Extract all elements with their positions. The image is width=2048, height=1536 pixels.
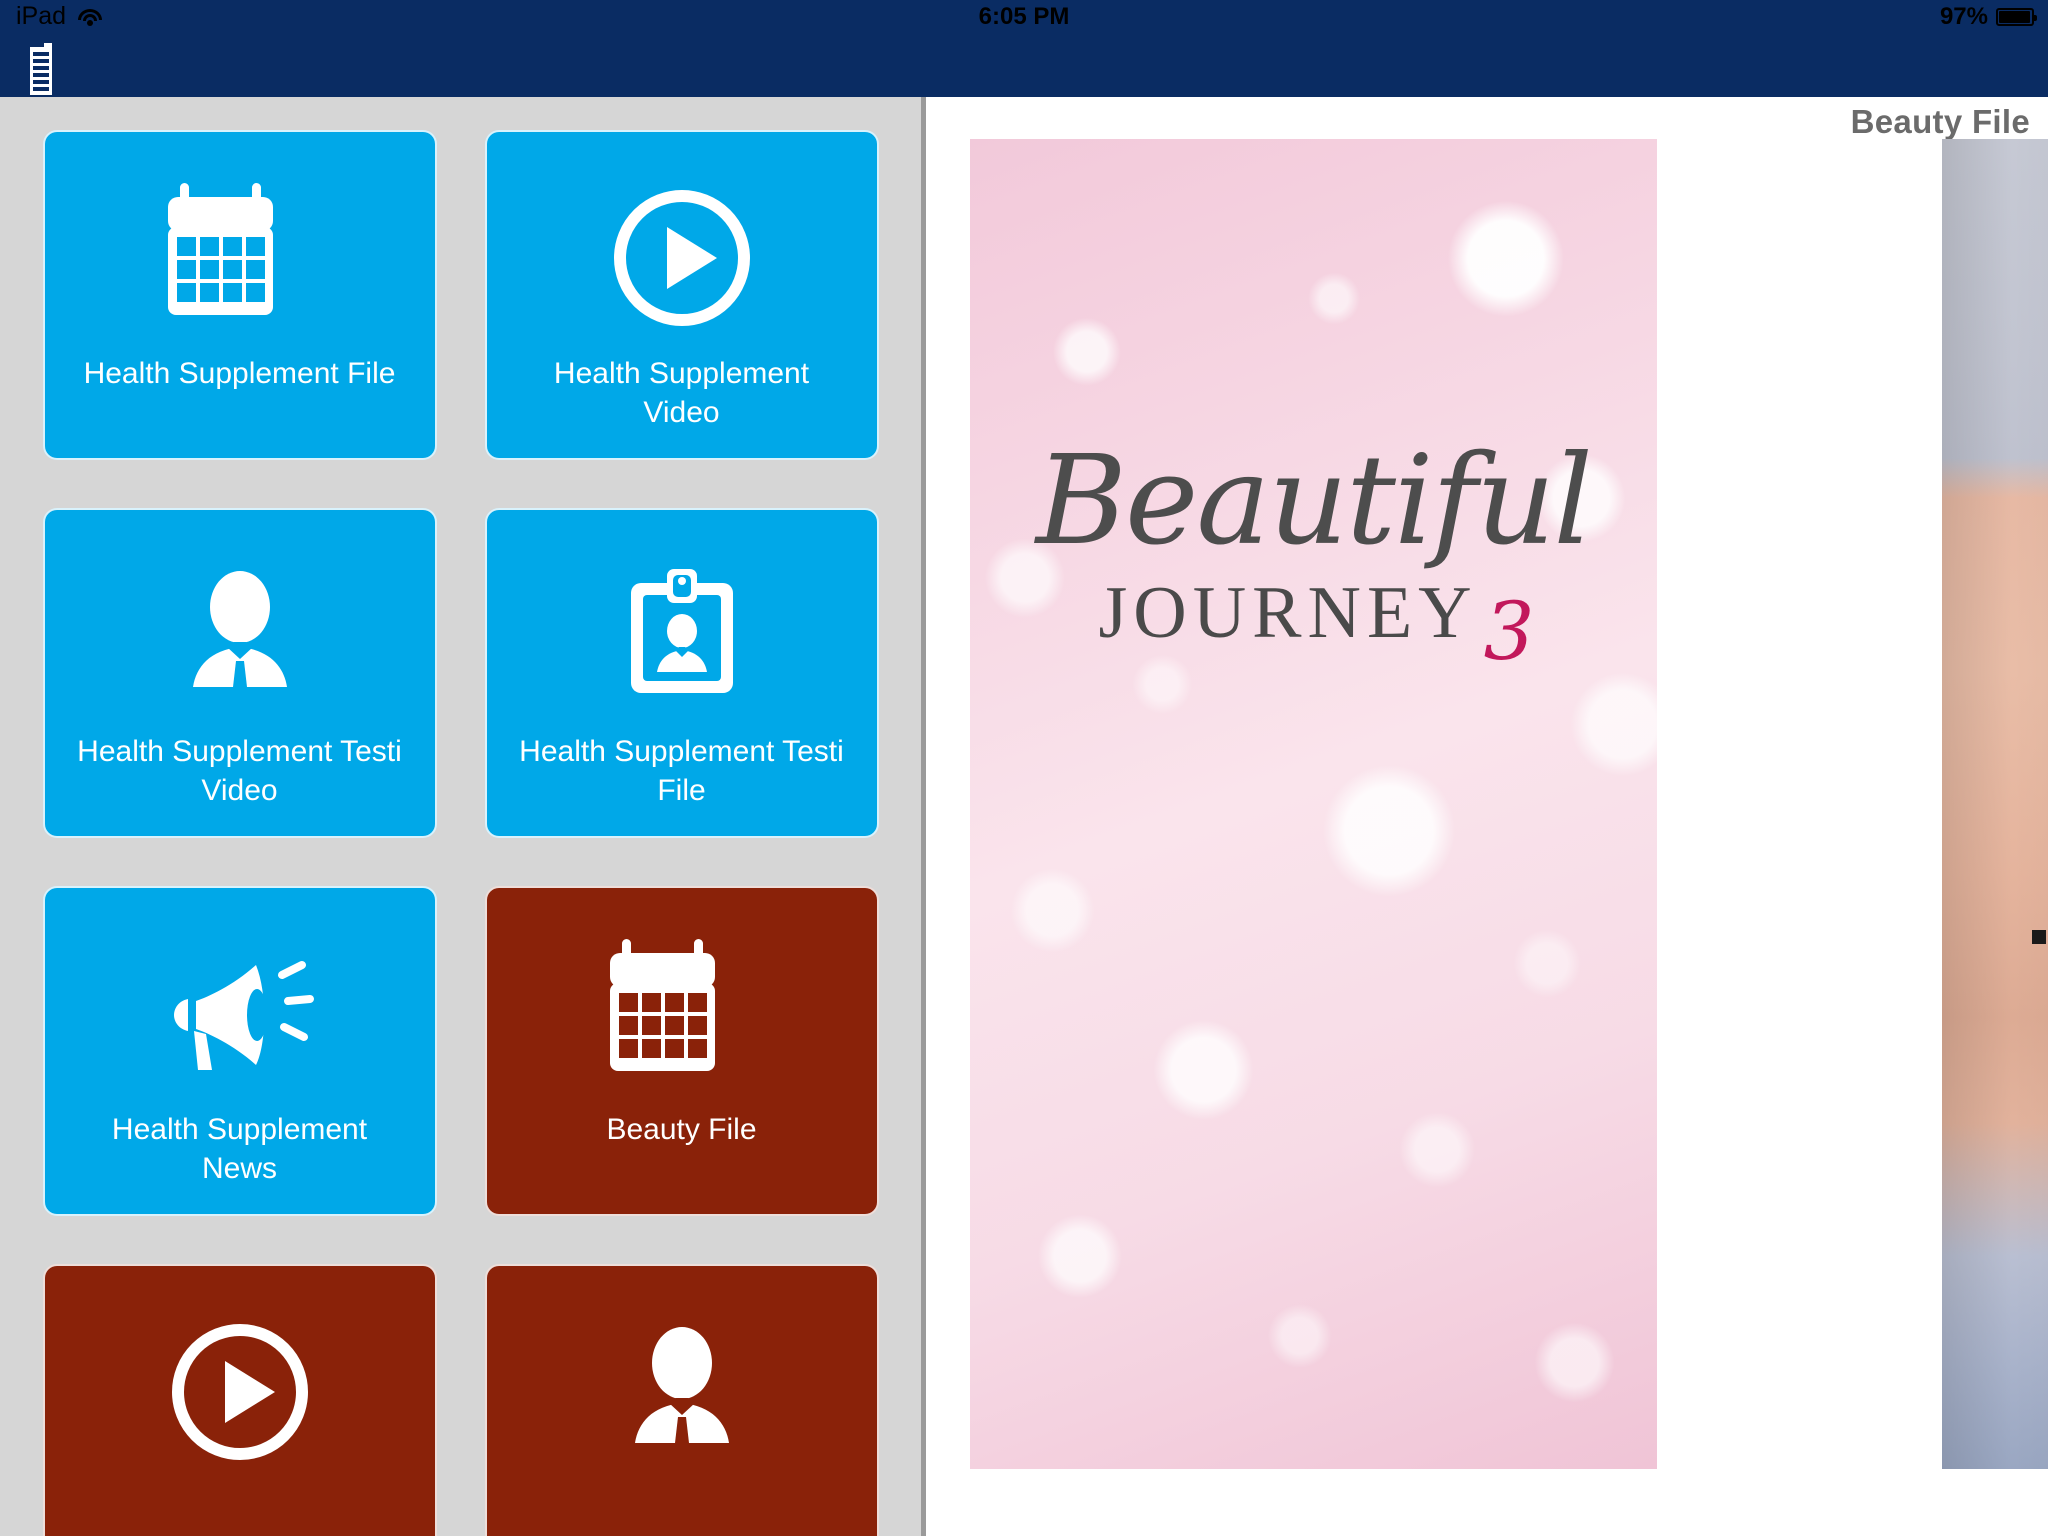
- calendar-icon: [608, 934, 756, 1094]
- id-badge-icon: [607, 556, 757, 716]
- battery-percent-label: 97%: [1939, 3, 1988, 30]
- page-title: Beauty File: [1850, 103, 2030, 140]
- tile-health-supplement-testi-file[interactable]: Health Supplement Testi File: [484, 508, 879, 838]
- megaphone-icon: [160, 934, 320, 1094]
- building-icon[interactable]: [20, 39, 64, 100]
- photo-shading: [1942, 139, 2048, 1469]
- tile-health-supplement-testi-video[interactable]: Health Supplement Testi Video: [42, 508, 437, 838]
- tile-label: Beauty File: [606, 1113, 757, 1146]
- next-page-preview[interactable]: [1902, 139, 2048, 1469]
- page-container[interactable]: Beautiful JOURNEY3: [926, 139, 2048, 1536]
- battery-icon: [1996, 7, 2037, 26]
- book-cover-page[interactable]: Beautiful JOURNEY3: [970, 139, 1657, 1469]
- person-icon: [607, 1312, 757, 1472]
- tile-beauty-video[interactable]: [42, 1264, 437, 1536]
- tile-beauty-file[interactable]: Beauty File: [484, 886, 879, 1216]
- cover-title-script: Beautiful: [1035, 429, 1593, 573]
- content-area: Health Supplement File Health Supplement…: [0, 97, 2048, 1536]
- play-icon: [165, 1312, 315, 1472]
- reader-pane[interactable]: Beauty File Beautiful JOURNEY3: [926, 97, 2048, 1536]
- tile-health-supplement-news[interactable]: Health Supplement News: [42, 886, 437, 1216]
- tile-beauty-testi[interactable]: [484, 1264, 879, 1536]
- nav-bar: [0, 33, 2048, 97]
- calendar-icon: [166, 178, 314, 338]
- tile-health-supplement-video[interactable]: Health Supplement Video: [484, 130, 879, 460]
- tile-label: Health Supplement Testi Video: [77, 735, 402, 807]
- tile-label: Health Supplement File: [83, 357, 396, 390]
- play-icon: [607, 178, 757, 338]
- cover-edition-number: 3: [1483, 585, 1535, 678]
- person-icon: [165, 556, 315, 716]
- tile-health-supplement-file[interactable]: Health Supplement File: [42, 130, 437, 460]
- status-bar-time: 6:05 PM: [978, 3, 1070, 30]
- scroll-marker[interactable]: [2032, 930, 2046, 944]
- tile-menu-sidebar[interactable]: Health Supplement File Health Supplement…: [0, 97, 921, 1536]
- photo-thumbnail: [1942, 139, 2048, 1469]
- status-bar: iPad 6:05 PM 97%: [0, 0, 2048, 33]
- book-cover-logo: Beautiful JOURNEY3: [970, 429, 1657, 678]
- tile-grid: Health Supplement File Health Supplement…: [0, 97, 921, 1536]
- tile-label: Health Supplement Testi File: [519, 735, 844, 807]
- tile-label: Health Supplement Video: [553, 357, 810, 429]
- cover-subtitle: JOURNEY: [1098, 572, 1478, 654]
- tile-label: Health Supplement News: [111, 1113, 368, 1185]
- status-bar-right: 97%: [1939, 0, 2037, 33]
